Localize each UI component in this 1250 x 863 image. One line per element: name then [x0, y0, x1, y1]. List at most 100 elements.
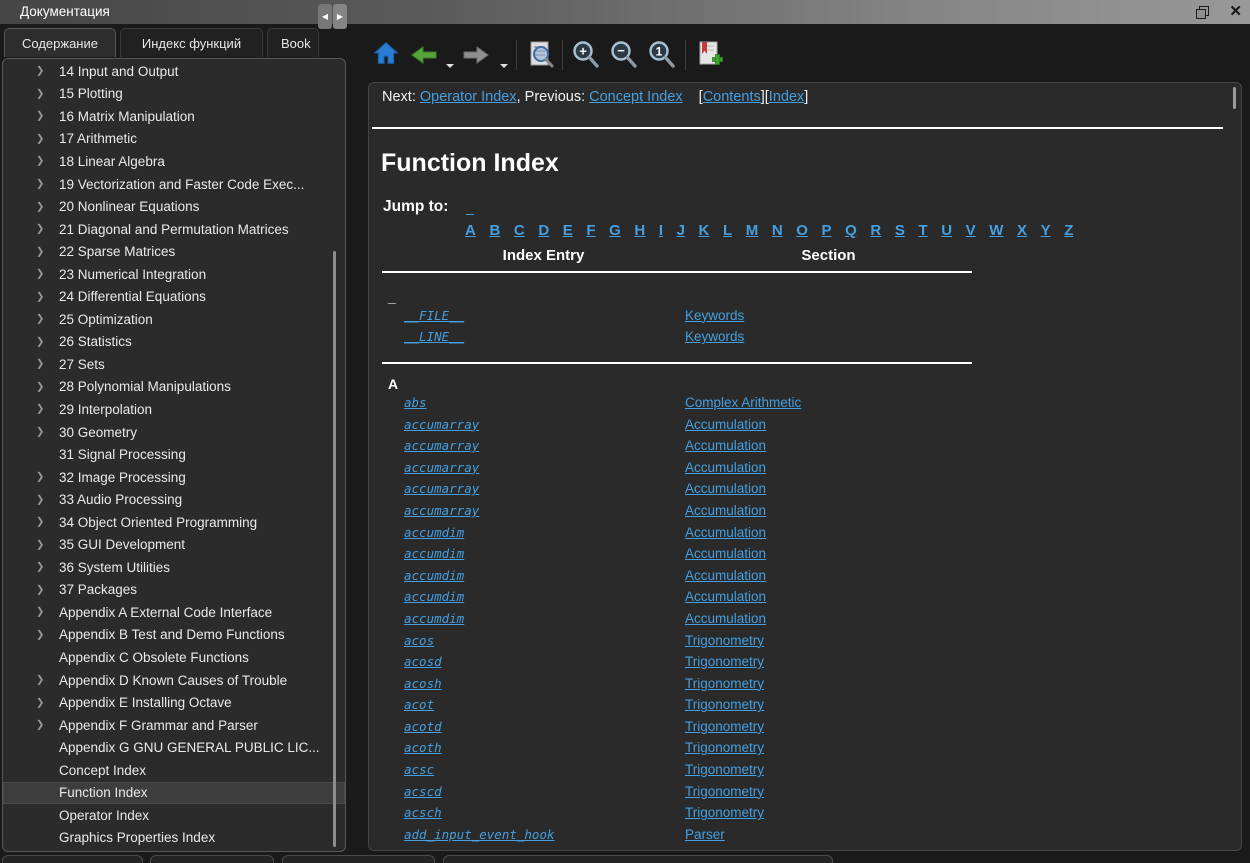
sidebar-item-appendix-b-test-and-demo-functions[interactable]: ❯Appendix B Test and Demo Functions — [3, 624, 345, 647]
sidebar-item-function-index[interactable]: Function Index — [3, 782, 345, 805]
function-link[interactable]: acsc — [404, 762, 434, 777]
jump-letter-underscore[interactable]: _ — [466, 200, 474, 216]
section-link[interactable]: Trigonometry — [685, 805, 764, 820]
nav-previous-link[interactable]: Concept Index — [589, 89, 683, 105]
sidebar-item-22-sparse-matrices[interactable]: ❯22 Sparse Matrices — [3, 240, 345, 263]
sidebar-item-35-gui-development[interactable]: ❯35 GUI Development — [3, 533, 345, 556]
sidebar-item-appendix-c-obsolete-functions[interactable]: Appendix C Obsolete Functions — [3, 646, 345, 669]
nav-next-link[interactable]: Operator Index — [420, 89, 517, 105]
search-document-icon[interactable] — [527, 40, 555, 75]
chevron-right-icon[interactable]: ❯ — [36, 336, 44, 347]
chevron-right-icon[interactable]: ❯ — [36, 156, 44, 167]
home-icon[interactable] — [373, 40, 399, 71]
section-link[interactable]: Complex Arithmetic — [685, 395, 801, 410]
back-history-dropdown-icon[interactable] — [446, 64, 454, 68]
chevron-right-icon[interactable]: ❯ — [36, 359, 44, 370]
sidebar-item-34-object-oriented-programming[interactable]: ❯34 Object Oriented Programming — [3, 511, 345, 534]
section-link[interactable]: Accumulation — [685, 438, 766, 453]
sidebar-item-17-arithmetic[interactable]: ❯17 Arithmetic — [3, 128, 345, 151]
function-link[interactable]: accumarray — [404, 438, 479, 453]
sidebar-item-18-linear-algebra[interactable]: ❯18 Linear Algebra — [3, 150, 345, 173]
function-link[interactable]: accumdim — [404, 525, 464, 540]
close-window-icon[interactable]: ✕ — [1229, 0, 1242, 24]
section-link[interactable]: Trigonometry — [685, 654, 764, 669]
function-link[interactable]: __LINE__ — [404, 329, 464, 344]
section-link[interactable]: Parser — [685, 827, 725, 842]
sidebar-item-appendix-f-grammar-and-parser[interactable]: ❯Appendix F Grammar and Parser — [3, 714, 345, 737]
function-link[interactable]: add_input_event_hook — [404, 827, 555, 842]
jump-letter-a[interactable]: A — [465, 222, 476, 239]
tab-2[interactable]: Book — [267, 28, 319, 57]
jump-letter-t[interactable]: T — [918, 222, 927, 239]
sidebar-item-appendix-g-gnu-general-public-lic[interactable]: Appendix G GNU GENERAL PUBLIC LIC... — [3, 736, 345, 759]
chevron-right-icon[interactable]: ❯ — [36, 88, 44, 99]
tab-scroll-right-icon[interactable]: ▶ — [333, 4, 347, 29]
chevron-right-icon[interactable]: ❯ — [36, 697, 44, 708]
function-link[interactable]: accumdim — [404, 589, 464, 604]
sidebar-item-31-signal-processing[interactable]: 31 Signal Processing — [3, 443, 345, 466]
sidebar-item-37-packages[interactable]: ❯37 Packages — [3, 579, 345, 602]
chevron-right-icon[interactable]: ❯ — [36, 471, 44, 482]
section-link[interactable]: Accumulation — [685, 525, 766, 540]
chevron-right-icon[interactable]: ❯ — [36, 381, 44, 392]
function-link[interactable]: __FILE__ — [404, 308, 464, 323]
function-link[interactable]: acotd — [404, 719, 442, 734]
function-link[interactable]: accumarray — [404, 417, 479, 432]
sidebar-item-20-nonlinear-equations[interactable]: ❯20 Nonlinear Equations — [3, 195, 345, 218]
sidebar-item-concept-index[interactable]: Concept Index — [3, 759, 345, 782]
function-link[interactable]: acsch — [404, 805, 442, 820]
jump-letter-i[interactable]: I — [659, 222, 663, 239]
chevron-right-icon[interactable]: ❯ — [36, 201, 44, 212]
forward-icon[interactable] — [462, 45, 490, 70]
section-link[interactable]: Trigonometry — [685, 633, 764, 648]
bookmark-add-icon[interactable] — [697, 40, 725, 73]
chevron-right-icon[interactable]: ❯ — [36, 674, 44, 685]
jump-letter-q[interactable]: Q — [845, 222, 857, 239]
section-link[interactable]: Accumulation — [685, 481, 766, 496]
function-link[interactable]: abs — [404, 395, 427, 410]
chevron-right-icon[interactable]: ❯ — [36, 629, 44, 640]
jump-letter-c[interactable]: C — [514, 222, 525, 239]
chevron-right-icon[interactable]: ❯ — [36, 223, 44, 234]
sidebar-item-16-matrix-manipulation[interactable]: ❯16 Matrix Manipulation — [3, 105, 345, 128]
content-scrollbar[interactable] — [1233, 87, 1236, 109]
section-link[interactable]: Trigonometry — [685, 784, 764, 799]
jump-letter-s[interactable]: S — [895, 222, 905, 239]
chevron-right-icon[interactable]: ❯ — [36, 584, 44, 595]
chevron-right-icon[interactable]: ❯ — [36, 719, 44, 730]
section-link[interactable]: Accumulation — [685, 417, 766, 432]
sidebar-item-28-polynomial-manipulations[interactable]: ❯28 Polynomial Manipulations — [3, 376, 345, 399]
tab-scroll-left-icon[interactable]: ◀ — [318, 4, 332, 29]
chevron-right-icon[interactable]: ❯ — [36, 562, 44, 573]
section-link[interactable]: Accumulation — [685, 611, 766, 626]
chevron-right-icon[interactable]: ❯ — [36, 539, 44, 550]
jump-letter-b[interactable]: B — [489, 222, 500, 239]
jump-letter-d[interactable]: D — [538, 222, 549, 239]
restore-window-icon[interactable] — [1196, 6, 1209, 19]
chevron-right-icon[interactable]: ❯ — [36, 291, 44, 302]
section-link[interactable]: Accumulation — [685, 546, 766, 561]
section-link[interactable]: Keywords — [685, 308, 744, 323]
sidebar-item-33-audio-processing[interactable]: ❯33 Audio Processing — [3, 488, 345, 511]
jump-letter-p[interactable]: P — [822, 222, 832, 239]
sidebar-item-graphics-properties-index[interactable]: Graphics Properties Index — [3, 827, 345, 850]
sidebar-item-14-input-and-output[interactable]: ❯14 Input and Output — [3, 60, 345, 83]
chevron-right-icon[interactable]: ❯ — [36, 111, 44, 122]
sidebar-item-19-vectorization-and-faster-code-exec[interactable]: ❯19 Vectorization and Faster Code Exec..… — [3, 173, 345, 196]
section-link[interactable]: Trigonometry — [685, 719, 764, 734]
chevron-right-icon[interactable]: ❯ — [36, 426, 44, 437]
sidebar-item-30-geometry[interactable]: ❯30 Geometry — [3, 421, 345, 444]
section-link[interactable]: Accumulation — [685, 568, 766, 583]
chevron-right-icon[interactable]: ❯ — [36, 404, 44, 415]
zoom-original-icon[interactable]: 1 — [648, 40, 676, 75]
back-icon[interactable] — [410, 45, 438, 70]
tab-1[interactable]: Индекс функций — [120, 28, 263, 57]
jump-letter-g[interactable]: G — [609, 222, 621, 239]
jump-letter-o[interactable]: O — [796, 222, 808, 239]
chevron-right-icon[interactable]: ❯ — [36, 607, 44, 618]
sidebar-item-appendix-d-known-causes-of-trouble[interactable]: ❯Appendix D Known Causes of Trouble — [3, 669, 345, 692]
function-link[interactable]: acot — [404, 697, 434, 712]
function-link[interactable]: acscd — [404, 784, 442, 799]
function-link[interactable]: acosh — [404, 676, 442, 691]
zoom-in-icon[interactable]: + — [572, 40, 600, 75]
